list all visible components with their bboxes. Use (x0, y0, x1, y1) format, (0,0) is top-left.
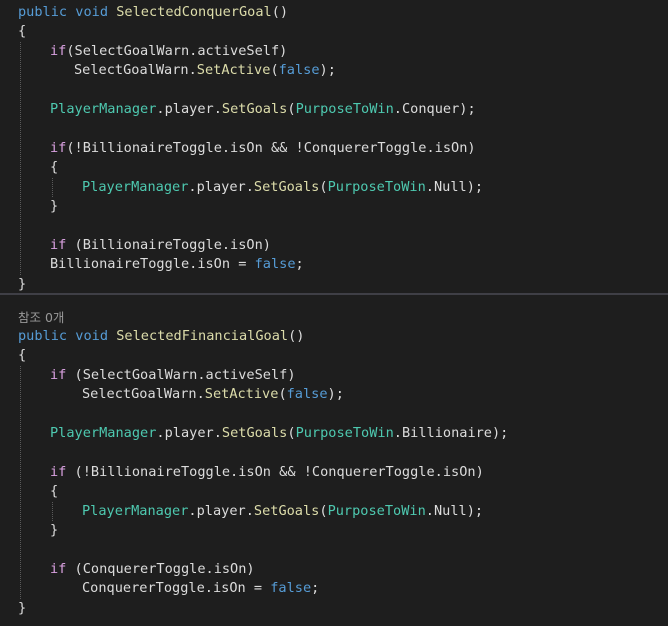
code-token: SetGoals (253, 178, 320, 195)
method-separator (0, 293, 668, 295)
code-token: ( (287, 425, 296, 441)
code-token: void (75, 4, 117, 20)
code-line: } (18, 599, 26, 618)
code-line: { (50, 158, 58, 177)
code-token: } (50, 522, 59, 538)
code-token: { (50, 483, 59, 500)
code-token: PurposeToWin (295, 101, 394, 117)
code-token: (!BillionaireToggle.isOn && !ConquererTo… (66, 139, 476, 156)
code-line: { (18, 22, 26, 41)
code-token: if (50, 560, 67, 577)
code-token: SetGoals (221, 425, 288, 441)
code-token: ( (287, 101, 296, 117)
code-token: } (50, 198, 59, 214)
code-token: void (75, 328, 117, 344)
code-token: if (50, 42, 67, 59)
code-token: ( (278, 386, 287, 403)
code-token: SetGoals (253, 502, 320, 519)
codelens-references[interactable]: 참조 0개 (18, 308, 64, 327)
code-token: (SelectGoalWarn.activeSelf) (66, 366, 296, 383)
code-token: PurposeToWin (327, 502, 426, 519)
code-line: SelectGoalWarn.SetActive(false); (82, 385, 344, 404)
code-token: if (50, 463, 67, 480)
code-token: SetActive (196, 62, 271, 79)
code-token: () (271, 4, 289, 20)
code-line: { (18, 346, 26, 365)
code-token: .player. (188, 502, 254, 519)
code-token: ; (295, 256, 304, 273)
code-token: .Billionaire); (393, 425, 509, 441)
code-token: false (286, 386, 328, 403)
code-line: if (BillionaireToggle.isOn) (50, 236, 271, 255)
code-token: SelectGoalWarn. (82, 386, 205, 403)
code-token: BillionaireToggle.isOn = (50, 256, 255, 273)
code-token: { (18, 347, 27, 364)
code-token: .Conquer); (393, 101, 476, 117)
code-token: PlayerManager (50, 101, 157, 117)
code-token: PurposeToWin (327, 178, 426, 195)
code-line: PlayerManager.player.SetGoals(PurposeToW… (50, 424, 508, 443)
code-token: (BillionaireToggle.isOn) (66, 236, 271, 253)
code-line: PlayerManager.player.SetGoals(PurposeToW… (82, 502, 483, 521)
code-token: PlayerManager (82, 502, 189, 519)
code-token: ( (319, 178, 328, 195)
code-token: .player. (156, 425, 222, 441)
code-token: .player. (188, 178, 254, 195)
code-token: } (18, 599, 27, 616)
code-token: ( (270, 62, 279, 79)
code-token: (ConquererToggle.isOn) (66, 560, 255, 577)
code-token: } (18, 275, 27, 292)
code-line: if (SelectGoalWarn.activeSelf) (50, 366, 296, 385)
code-token: false (278, 62, 320, 79)
code-token: .Null); (425, 502, 484, 519)
code-token: ( (319, 502, 328, 519)
code-token: false (270, 580, 312, 597)
code-line: public void SelectedFinancialGoal() (18, 327, 304, 346)
code-line: if(SelectGoalWarn.activeSelf) (50, 42, 287, 61)
code-token: PlayerManager (50, 425, 157, 441)
code-token: public (18, 328, 76, 344)
code-token: if (50, 139, 67, 156)
code-token: .player. (156, 101, 222, 117)
code-token: (!BillionaireToggle.isOn && !ConquererTo… (66, 463, 484, 480)
code-line: SelectGoalWarn.SetActive(false); (74, 61, 336, 80)
code-token: if (50, 366, 67, 383)
code-token: PurposeToWin (295, 425, 394, 441)
indent-guide (52, 501, 53, 521)
code-token: if (50, 236, 67, 253)
code-token: false (254, 256, 296, 273)
code-token: SetGoals (221, 101, 288, 117)
code-token: (SelectGoalWarn.activeSelf) (66, 42, 288, 59)
code-token: PlayerManager (82, 178, 189, 195)
code-token: () (288, 328, 305, 344)
code-token: ); (319, 62, 336, 79)
code-token: ConquererToggle.isOn = (82, 580, 271, 597)
code-line: if (!BillionaireToggle.isOn && !Conquere… (50, 463, 484, 482)
code-line: } (50, 521, 58, 540)
code-line: } (50, 197, 58, 216)
code-editor[interactable]: public void SelectedConquerGoal(){if(Sel… (0, 0, 668, 626)
code-token: SelectGoalWarn. (74, 62, 197, 79)
code-line: } (18, 275, 26, 294)
code-token: public (18, 4, 76, 20)
code-line: if(!BillionaireToggle.isOn && !Conquerer… (50, 139, 476, 158)
code-line: BillionaireToggle.isOn = false; (50, 255, 304, 274)
code-token: SetActive (204, 386, 279, 403)
indent-guide (20, 365, 21, 599)
indent-guide (20, 41, 21, 275)
code-line: public void SelectedConquerGoal() (18, 3, 288, 22)
code-line: { (50, 482, 58, 501)
code-line: PlayerManager.player.SetGoals(PurposeToW… (50, 100, 476, 119)
code-token: { (18, 23, 27, 40)
indent-guide (52, 177, 53, 197)
code-token: ; (311, 580, 320, 597)
code-token: .Null); (425, 178, 484, 195)
code-line: ConquererToggle.isOn = false; (82, 579, 319, 598)
code-token: ); (327, 386, 344, 403)
code-line: PlayerManager.player.SetGoals(PurposeToW… (82, 178, 483, 197)
code-line: if (ConquererToggle.isOn) (50, 560, 255, 579)
code-token: { (50, 159, 59, 176)
code-token: SelectedFinancialGoal (116, 328, 289, 344)
code-token: SelectedConquerGoal (116, 4, 272, 20)
